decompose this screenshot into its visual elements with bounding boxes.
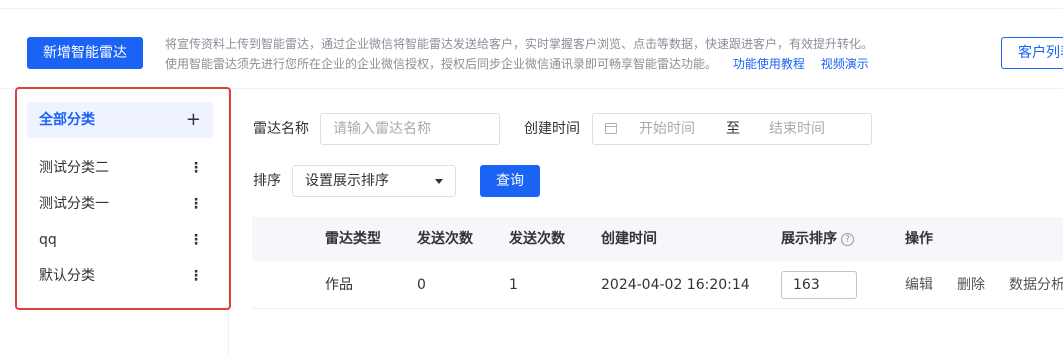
tutorial-link[interactable]: 功能使用教程 (733, 57, 805, 71)
created-time-label: 创建时间 (524, 121, 580, 137)
info-tips: 将宣传资料上传到智能雷达，通过企业微信将智能雷达发送给客户，实时掌握客户浏览、点… (165, 34, 995, 74)
tip-line-2: 使用智能雷达须先进行您所在企业的企业微信授权，授权后同步企业微信通讯录即可畅享智… (165, 54, 995, 74)
sort-select[interactable]: 设置展示排序 (292, 165, 456, 197)
top-separator (0, 8, 1063, 9)
sidebar-item-category[interactable]: 测试分类一 ⋮ (39, 192, 209, 216)
end-date-input[interactable]: 结束时间 (769, 114, 825, 144)
sidebar-item-label: 默认分类 (39, 268, 95, 284)
column-header-label: 展示排序 (781, 231, 837, 247)
sort-label: 排序 (253, 173, 281, 189)
cell-radar-type: 作品 (325, 277, 353, 293)
video-demo-link[interactable]: 视频演示 (821, 57, 869, 71)
column-header: 创建时间 (601, 231, 657, 247)
date-range-picker[interactable]: 开始时间 至 结束时间 (592, 113, 872, 145)
radar-name-input[interactable]: 请输入雷达名称 (320, 113, 500, 145)
range-separator: 至 (726, 121, 740, 137)
data-analysis-link[interactable]: 数据分析 (1009, 261, 1063, 309)
table-row: 作品 0 1 2024-04-02 16:20:14 163 编辑 删除 数据分… (252, 261, 1063, 309)
cell-created-time: 2024-04-02 16:20:14 (601, 277, 750, 293)
column-header: 展示排序? (781, 217, 854, 261)
sidebar-item-label: 测试分类一 (39, 196, 109, 212)
calendar-icon (605, 123, 617, 134)
caret-down-icon (435, 179, 443, 184)
sidebar-item-all[interactable]: 全部分类 + (27, 102, 213, 138)
cell-send-count: 0 (417, 277, 426, 293)
delete-link[interactable]: 删除 (957, 261, 985, 309)
more-vertical-icon[interactable]: ⋮ (189, 228, 203, 252)
sort-select-value: 设置展示排序 (305, 173, 389, 189)
radar-name-label: 雷达名称 (253, 121, 309, 137)
more-vertical-icon[interactable]: ⋮ (189, 156, 203, 180)
column-header: 发送次数 (509, 231, 565, 247)
add-category-icon[interactable]: + (186, 102, 201, 138)
edit-link[interactable]: 编辑 (905, 261, 933, 309)
query-button[interactable]: 查询 (480, 165, 540, 197)
column-header: 雷达类型 (325, 231, 381, 247)
customer-list-button[interactable]: 客户列表 (1001, 37, 1063, 69)
sidebar-item-category[interactable]: qq ⋮ (39, 228, 209, 252)
sort-order-input[interactable]: 163 (781, 271, 857, 299)
start-date-input[interactable]: 开始时间 (639, 114, 695, 144)
column-header: 操作 (905, 231, 933, 247)
column-header: 发送次数 (417, 231, 473, 247)
add-radar-button[interactable]: 新增智能雷达 (27, 37, 143, 69)
sidebar-item-label: 全部分类 (39, 112, 95, 128)
more-vertical-icon[interactable]: ⋮ (189, 264, 203, 288)
sidebar-item-label: 测试分类二 (39, 160, 109, 176)
tip-line-1: 将宣传资料上传到智能雷达，通过企业微信将智能雷达发送给客户，实时掌握客户浏览、点… (165, 37, 874, 51)
sidebar-item-category[interactable]: 默认分类 ⋮ (39, 264, 209, 288)
help-icon[interactable]: ? (841, 233, 854, 246)
sidebar-item-category[interactable]: 测试分类二 ⋮ (39, 156, 209, 180)
more-vertical-icon[interactable]: ⋮ (189, 192, 203, 216)
tip-line-2-text: 使用智能雷达须先进行您所在企业的企业微信授权，授权后同步企业微信通讯录即可畅享智… (165, 57, 718, 71)
table-header: 雷达类型 发送次数 发送次数 创建时间 展示排序? 操作 (252, 217, 1063, 261)
cell-send-count: 1 (509, 277, 518, 293)
sidebar-item-label: qq (39, 232, 57, 248)
